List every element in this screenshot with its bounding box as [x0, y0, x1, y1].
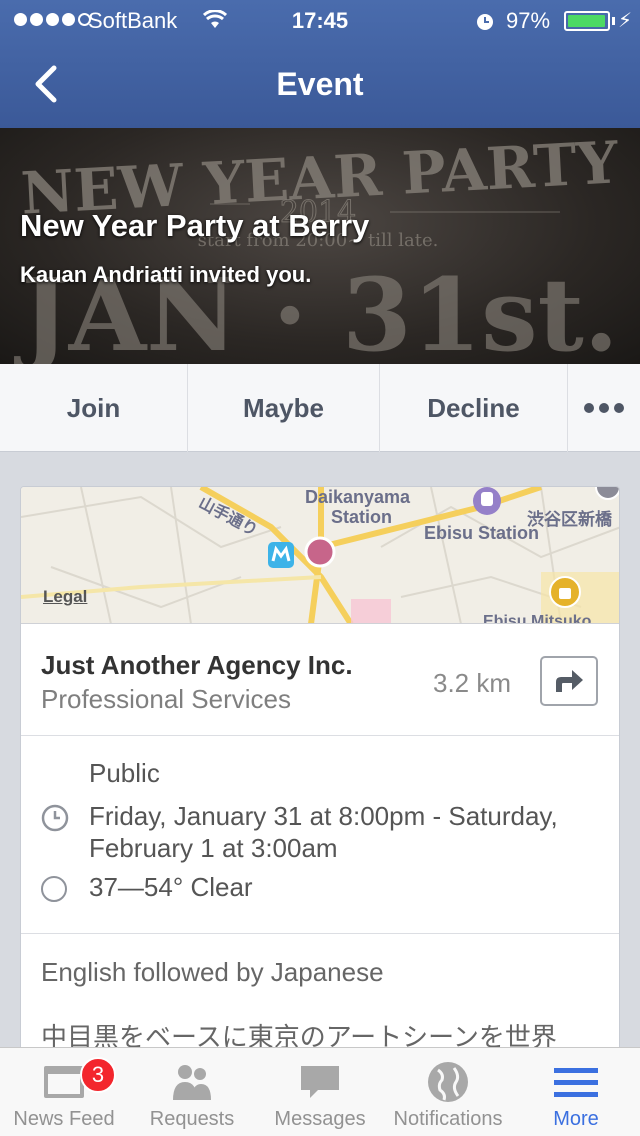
messages-icon — [301, 1066, 339, 1098]
location-map[interactable]: Daikanyama Station Ebisu Station 山手通り 渋谷… — [21, 487, 619, 624]
tab-messages[interactable]: Messages — [256, 1048, 384, 1136]
venue-name: Just Another Agency Inc. — [41, 650, 353, 680]
maybe-button[interactable]: Maybe — [188, 364, 380, 452]
event-inviter: Kauan Andriatti invited you. — [20, 262, 312, 287]
rsvp-action-bar: Join Maybe Decline — [0, 364, 640, 452]
event-weather: 37—54° Clear — [89, 872, 253, 902]
tab-label: More — [553, 1108, 599, 1130]
map-label-station: Station — [331, 507, 392, 527]
decline-button[interactable]: Decline — [380, 364, 568, 452]
map-label-ebisu: Ebisu Station — [424, 523, 540, 543]
nav-title: Event — [276, 66, 364, 102]
alarm-icon — [477, 14, 493, 30]
venue-row[interactable]: Just Another Agency Inc. Professional Se… — [21, 624, 619, 736]
weather-icon — [41, 876, 67, 902]
venue-distance: 3.2 km — [433, 668, 512, 698]
join-button[interactable]: Join — [0, 364, 188, 452]
top-bar: SoftBank 17:45 97% ⚡ Event — [0, 0, 640, 128]
shopping-bag-icon — [549, 576, 581, 608]
requests-icon — [173, 1065, 211, 1100]
battery-icon — [564, 11, 610, 31]
event-details-card: Daikanyama Station Ebisu Station 山手通り 渋谷… — [20, 486, 620, 1126]
event-datetime: Friday, January 31 at 8:00pm - Saturday,… — [89, 801, 558, 863]
tab-label: Notifications — [393, 1108, 503, 1130]
map-legal-link[interactable]: Legal — [43, 587, 87, 607]
event-info-section: Public Friday, January 31 at 8:00pm - Sa… — [21, 736, 619, 934]
map-label-shibuya: 渋谷区新橋 — [527, 510, 612, 529]
cover-artwork: NEW YEAR PARTY 2014 start from 20:00~ ti… — [13, 128, 620, 364]
battery-percentage: 97% — [506, 8, 551, 33]
charging-icon: ⚡ — [618, 10, 633, 32]
metro-icon — [268, 542, 294, 568]
tab-news-feed[interactable]: 3 News Feed — [0, 1048, 128, 1136]
globe-icon — [428, 1062, 468, 1102]
status-bar: SoftBank 17:45 97% ⚡ — [0, 0, 640, 40]
event-cover-photo: NEW YEAR PARTY 2014 start from 20:00~ ti… — [0, 128, 640, 364]
tab-more[interactable]: More — [512, 1048, 640, 1136]
tab-label: Requests — [149, 1108, 235, 1130]
train-station-icon — [473, 487, 501, 515]
venue-category: Professional Services — [41, 684, 291, 714]
tab-label: Messages — [274, 1108, 366, 1130]
notification-badge: 3 — [80, 1057, 116, 1093]
more-options-button[interactable] — [568, 364, 640, 452]
event-privacy: Public — [89, 758, 160, 788]
directions-button[interactable] — [540, 656, 598, 706]
map-label-partial: Ebisu Mitsuko — [483, 613, 592, 624]
map-poi-icon — [595, 487, 619, 500]
location-pin-icon[interactable] — [303, 535, 337, 569]
tab-label: News Feed — [13, 1108, 115, 1130]
tab-requests[interactable]: Requests — [128, 1048, 256, 1136]
tab-bar: 3 News Feed Requests Messages Notificati… — [0, 1047, 640, 1136]
event-title: New Year Party at Berry — [20, 208, 370, 243]
tab-notifications[interactable]: Notifications — [384, 1048, 512, 1136]
news-feed-icon — [44, 1066, 84, 1098]
menu-icon — [554, 1068, 598, 1097]
description-line: English followed by Japanese — [41, 957, 384, 987]
directions-arrow-icon — [556, 670, 583, 692]
map-label-daikanyama: Daikanyama — [305, 487, 411, 507]
ellipsis-icon — [584, 403, 624, 413]
clock-icon — [41, 804, 69, 832]
